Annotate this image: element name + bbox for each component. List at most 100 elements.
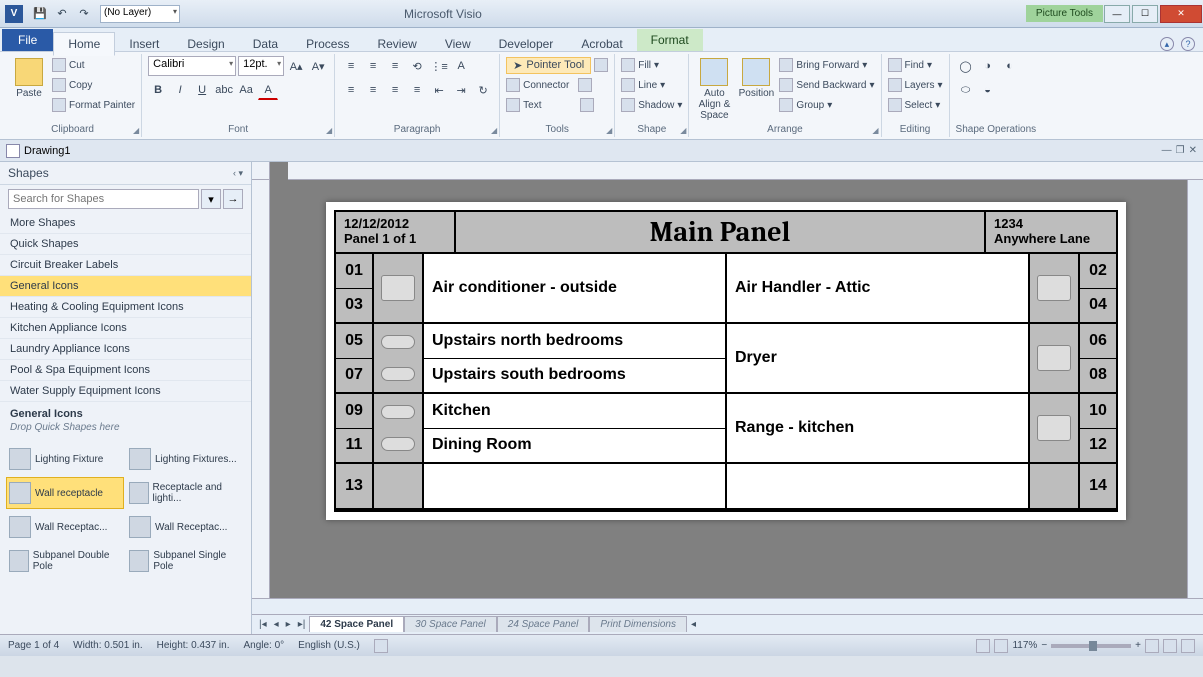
justify-icon[interactable]: ≡	[407, 80, 427, 100]
vertical-scrollbar[interactable]	[1187, 180, 1203, 598]
sheet-tab[interactable]: 30 Space Panel	[404, 616, 497, 632]
zoom-slider[interactable]	[1051, 644, 1131, 648]
shape-master[interactable]: Wall receptacle	[6, 477, 124, 509]
shadow-button[interactable]: Shadow ▾	[621, 96, 682, 114]
combine-icon[interactable]: ◑	[978, 56, 998, 76]
drawing-canvas[interactable]: 12/12/2012 Panel 1 of 1 Main Panel 1234 …	[270, 180, 1187, 598]
view-normal-icon[interactable]	[976, 639, 990, 653]
orientation-icon[interactable]: ⟲	[407, 56, 427, 76]
union-icon[interactable]: ◯	[956, 56, 976, 76]
copy-button[interactable]: Copy	[52, 76, 135, 94]
tab-data[interactable]: Data	[239, 33, 292, 55]
stencil-item[interactable]: Water Supply Equipment Icons	[0, 381, 251, 402]
stencil-item[interactable]: Quick Shapes	[0, 234, 251, 255]
line-button[interactable]: Line ▾	[621, 76, 682, 94]
dec-indent-icon[interactable]: ⇤	[429, 80, 449, 100]
pointer-tool-button[interactable]: ➤Pointer Tool	[506, 57, 591, 74]
cut-button[interactable]: Cut	[52, 56, 135, 74]
stencil-item[interactable]: More Shapes	[0, 213, 251, 234]
strike-button[interactable]: abc	[214, 80, 234, 100]
textblock-icon[interactable]: A	[451, 56, 471, 76]
font-size-select[interactable]: 12pt.	[238, 56, 284, 76]
format-painter-button[interactable]: Format Painter	[52, 96, 135, 114]
layers-button[interactable]: Layers ▾	[888, 76, 943, 94]
text-tool-button[interactable]: Text	[506, 96, 608, 114]
search-dropdown-icon[interactable]: ▾	[201, 189, 221, 209]
stencil-item[interactable]: Kitchen Appliance Icons	[0, 318, 251, 339]
underline-button[interactable]: U	[192, 80, 212, 100]
dialog-launcher-icon[interactable]: ◢	[491, 126, 497, 135]
stencil-item[interactable]: Circuit Breaker Labels	[0, 255, 251, 276]
shape-master[interactable]: Subpanel Single Pole	[126, 545, 244, 577]
dialog-launcher-icon[interactable]: ◢	[680, 126, 686, 135]
font-color-button[interactable]: A	[258, 80, 278, 100]
redo-icon[interactable]: ↷	[74, 4, 94, 24]
search-go-icon[interactable]: →	[223, 189, 243, 209]
zoom-in-icon[interactable]: +	[1135, 640, 1141, 651]
group-button[interactable]: Group ▾	[779, 96, 874, 114]
maximize-button[interactable]: ☐	[1132, 5, 1158, 23]
doc-minimize-icon[interactable]: —	[1162, 145, 1172, 156]
pan-zoom-icon[interactable]	[1163, 639, 1177, 653]
help-icon[interactable]: ?	[1181, 37, 1195, 51]
shape-master[interactable]: Lighting Fixtures...	[126, 443, 244, 475]
tab-process[interactable]: Process	[292, 33, 363, 55]
find-button[interactable]: Find ▾	[888, 56, 943, 74]
tab-insert[interactable]: Insert	[115, 33, 173, 55]
save-icon[interactable]: 💾	[30, 4, 50, 24]
inc-indent-icon[interactable]: ⇥	[451, 80, 471, 100]
select-button[interactable]: Select ▾	[888, 96, 943, 114]
dialog-launcher-icon[interactable]: ◢	[872, 126, 878, 135]
horizontal-scrollbar[interactable]	[252, 599, 1203, 614]
close-button[interactable]: ✕	[1160, 5, 1202, 23]
shape-master[interactable]: Lighting Fixture	[6, 443, 124, 475]
sheet-tab[interactable]: Print Dimensions	[589, 616, 687, 632]
ellipse-tool-icon[interactable]	[580, 98, 594, 112]
align-top-icon[interactable]: ≡	[341, 56, 361, 76]
tab-scroll-icon[interactable]: ◂	[688, 619, 699, 630]
align-center-icon[interactable]: ≡	[363, 80, 383, 100]
tab-developer[interactable]: Developer	[485, 33, 568, 55]
align-left-icon[interactable]: ≡	[341, 80, 361, 100]
shape-master[interactable]: Wall Receptac...	[6, 511, 124, 543]
align-middle-icon[interactable]: ≡	[363, 56, 383, 76]
switch-windows-icon[interactable]	[1181, 639, 1195, 653]
tab-design[interactable]: Design	[173, 33, 238, 55]
fill-button[interactable]: Fill ▾	[621, 56, 682, 74]
shape-master[interactable]: Wall Receptac...	[126, 511, 244, 543]
file-tab[interactable]: File	[2, 29, 53, 51]
bold-button[interactable]: B	[148, 80, 168, 100]
shape-master[interactable]: Receptacle and lighti...	[126, 477, 244, 509]
tab-nav-first-icon[interactable]: |◂	[256, 619, 270, 630]
zoom-level[interactable]: 117%	[1012, 640, 1037, 651]
tab-nav-last-icon[interactable]: ▸|	[295, 619, 309, 630]
paste-button[interactable]: Paste	[10, 56, 48, 124]
grow-font-icon[interactable]: A▴	[286, 56, 306, 76]
fragment-icon[interactable]: ◐	[1000, 56, 1020, 76]
macro-record-icon[interactable]	[374, 639, 388, 653]
shapes-pane-menu-icon[interactable]: ‹ ▾	[233, 168, 243, 179]
stencil-item[interactable]: Pool & Spa Equipment Icons	[0, 360, 251, 381]
rotate-text-icon[interactable]: ↻	[473, 80, 493, 100]
dialog-launcher-icon[interactable]: ◢	[326, 126, 332, 135]
zoom-out-icon[interactable]: −	[1041, 640, 1047, 651]
connector-tool-button[interactable]: Connector	[506, 76, 608, 94]
shrink-font-icon[interactable]: A▾	[308, 56, 328, 76]
dialog-launcher-icon[interactable]: ◢	[606, 126, 612, 135]
freeform-tool-icon[interactable]	[578, 78, 592, 92]
shape-master[interactable]: Subpanel Double Pole	[6, 545, 124, 577]
intersect-icon[interactable]: ⬭	[956, 80, 976, 100]
sheet-tab[interactable]: 24 Space Panel	[497, 616, 590, 632]
undo-icon[interactable]: ↶	[52, 4, 72, 24]
minimize-button[interactable]: —	[1104, 5, 1130, 23]
tab-acrobat[interactable]: Acrobat	[567, 33, 636, 55]
tab-view[interactable]: View	[431, 33, 485, 55]
sheet-tab[interactable]: 42 Space Panel	[309, 616, 404, 632]
status-language[interactable]: English (U.S.)	[298, 640, 360, 651]
case-button[interactable]: Aa	[236, 80, 256, 100]
bring-forward-button[interactable]: Bring Forward ▾	[779, 56, 874, 74]
doc-restore-icon[interactable]: ❐	[1176, 145, 1185, 156]
subtract-icon[interactable]: ◒	[978, 80, 998, 100]
rectangle-tool-icon[interactable]	[594, 58, 608, 72]
fit-page-icon[interactable]	[1145, 639, 1159, 653]
